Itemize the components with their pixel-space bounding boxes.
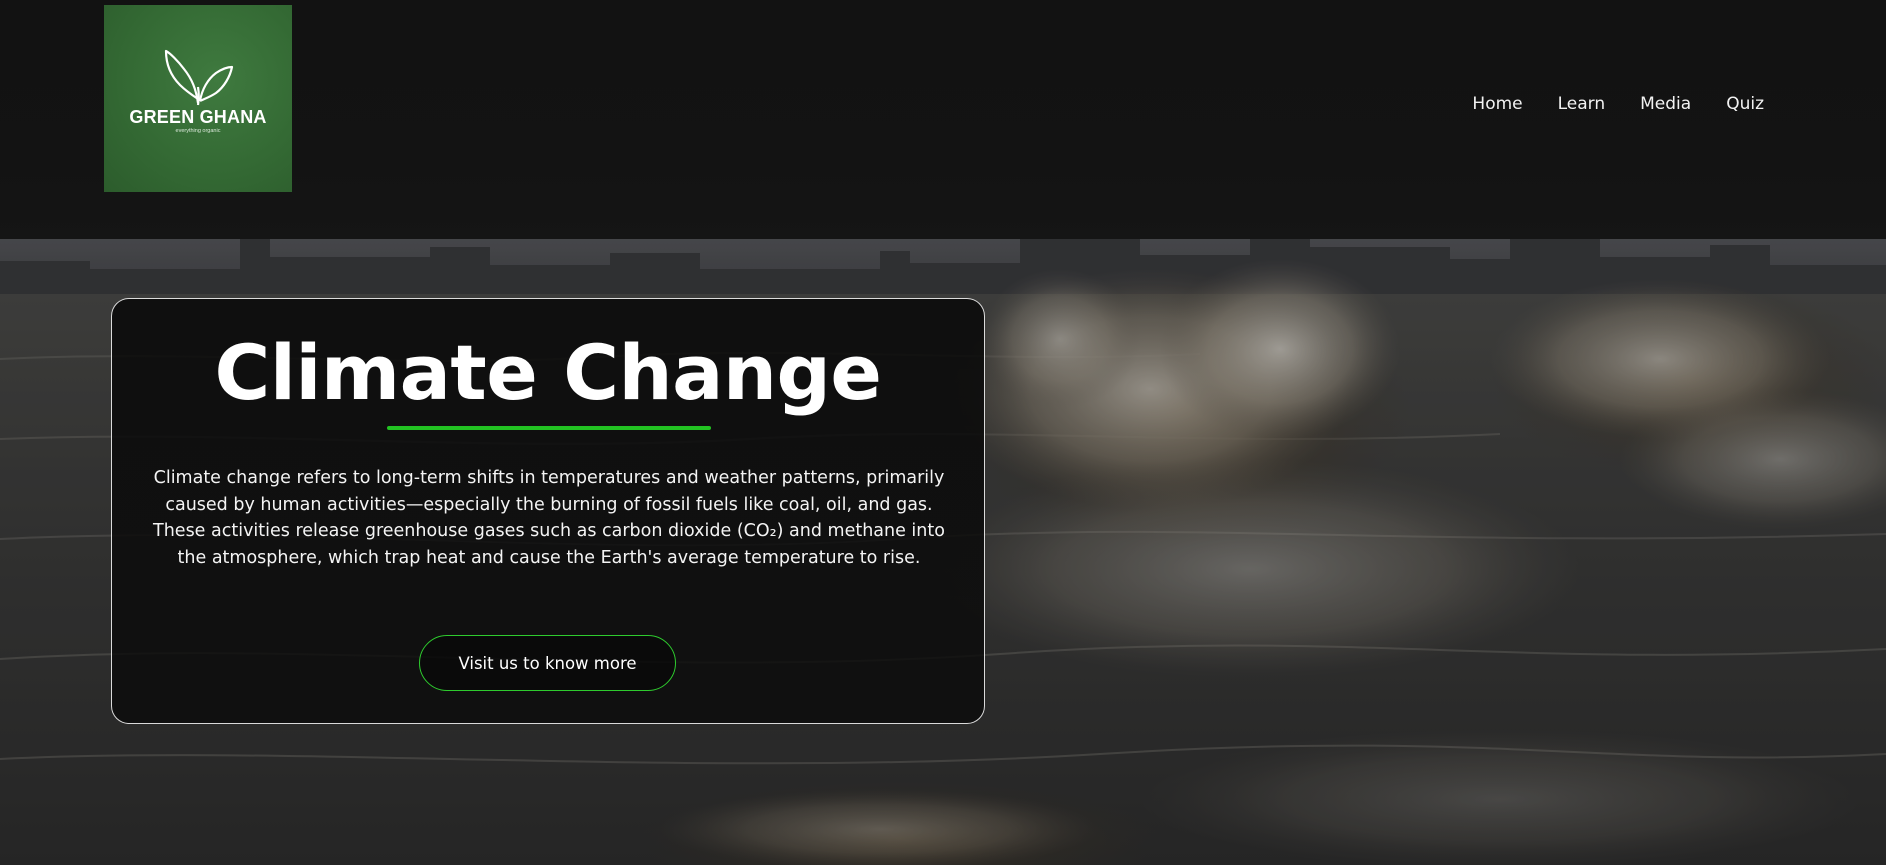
hero-description: Climate change refers to long-term shift… bbox=[153, 468, 945, 568]
page: GREEN GHANA everything organic Home Lear… bbox=[0, 0, 1886, 865]
hero-card: Climate Change Climate change refers to … bbox=[111, 298, 985, 724]
leaf-sprout-icon bbox=[164, 49, 234, 105]
hero-section: Climate Change Climate change refers to … bbox=[0, 239, 1886, 865]
nav-link-media[interactable]: Media bbox=[1640, 92, 1691, 116]
nav-link-learn[interactable]: Learn bbox=[1558, 92, 1606, 116]
nav-link-quiz[interactable]: Quiz bbox=[1726, 92, 1764, 116]
page-title: Climate Change bbox=[214, 328, 882, 417]
nav-link-home[interactable]: Home bbox=[1472, 92, 1522, 116]
visit-us-button[interactable]: Visit us to know more bbox=[419, 635, 676, 691]
title-underline bbox=[387, 426, 711, 430]
logo-tagline: everything organic bbox=[175, 127, 221, 134]
main-nav: Home Learn Media Quiz bbox=[1472, 92, 1764, 116]
logo[interactable]: GREEN GHANA everything organic bbox=[104, 5, 292, 192]
site-header: GREEN GHANA everything organic Home Lear… bbox=[0, 0, 1886, 239]
logo-name: GREEN GHANA bbox=[129, 106, 267, 127]
